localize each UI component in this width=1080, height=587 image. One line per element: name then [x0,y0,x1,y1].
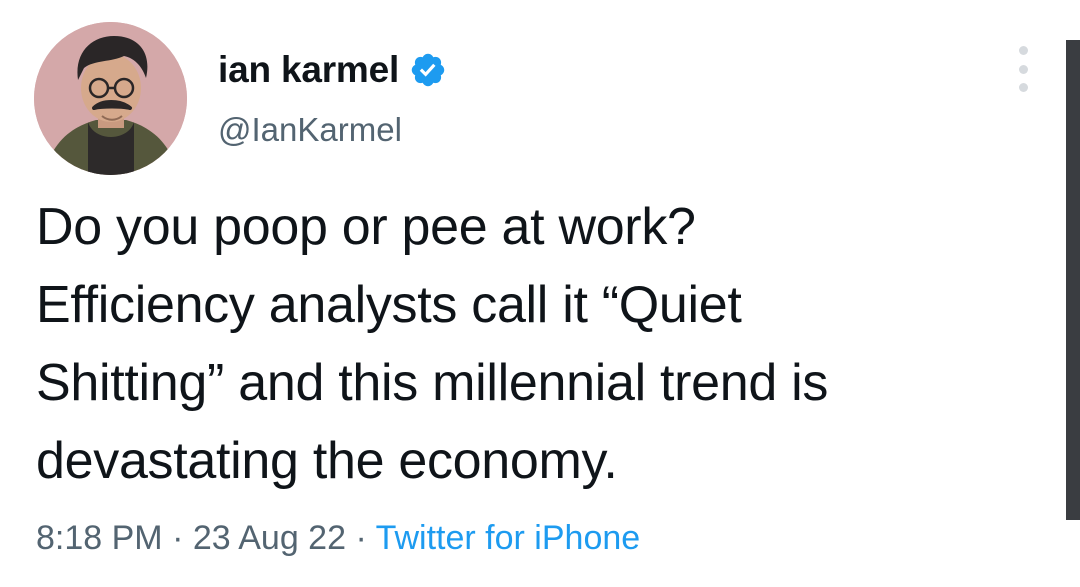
tweet-source-link[interactable]: Twitter for iPhone [376,519,641,557]
tweet-text: Do you poop or pee at work? Efficiency a… [36,188,1046,500]
verified-badge-icon [409,51,447,89]
author-name-row[interactable]: ian karmel [218,48,447,92]
meta-separator: · [162,519,193,557]
avatar[interactable] [34,22,187,175]
more-dot [1018,64,1028,74]
tweet-text-line: devastating the economy. [36,432,618,490]
tweet-date[interactable]: 23 Aug 22 [193,519,346,557]
tweet-metadata: 8:18 PM · 23 Aug 22 · Twitter for iPhone [36,516,640,560]
tweet-text-line: Do you poop or pee at work? [36,198,696,256]
screen-edge-bar [1066,40,1080,520]
more-options-icon[interactable] [1011,46,1035,92]
avatar-illustration [34,22,187,175]
tweet-text-line: Shitting” and this millennial trend is [36,354,829,412]
user-handle[interactable]: @IanKarmel [218,110,402,150]
more-dot [1018,46,1028,55]
meta-separator: · [346,519,376,557]
tweet-text-line: Efficiency analysts call it “Quiet [36,276,742,334]
display-name[interactable]: ian karmel [218,48,399,92]
tweet-card: ian karmel @IanKarmel Do you poop or pee… [0,0,1080,587]
tweet-time[interactable]: 8:18 PM [36,519,163,557]
more-dot [1018,83,1028,92]
